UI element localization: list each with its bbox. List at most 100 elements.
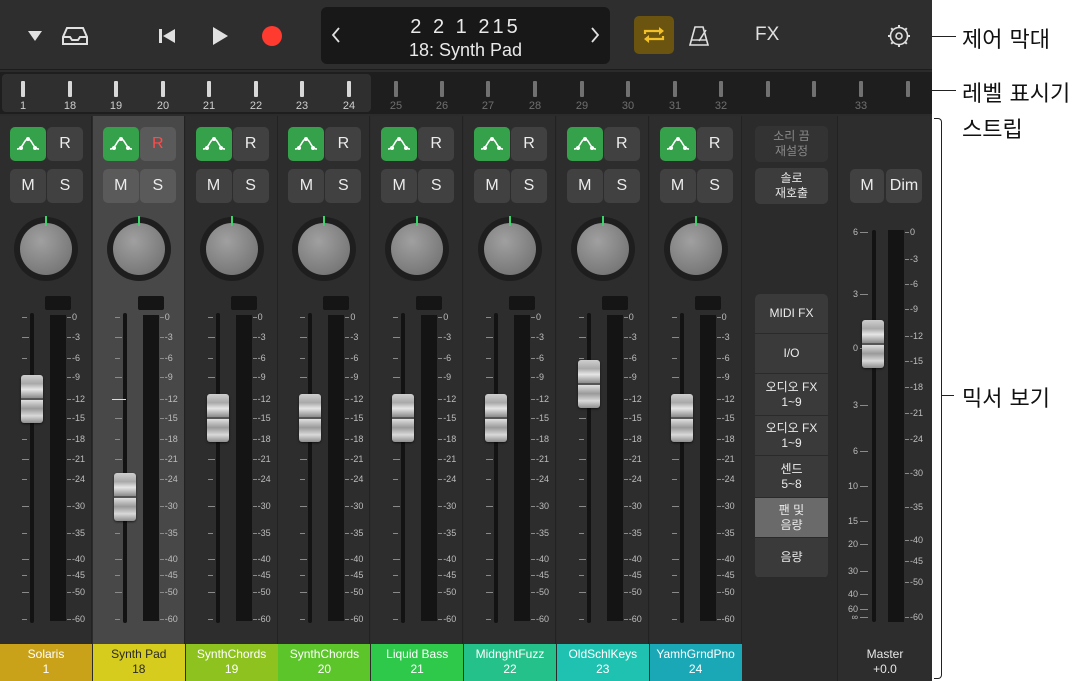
automation-button[interactable] xyxy=(659,127,696,161)
track-name-box[interactable]: Synth Pad 18 xyxy=(92,644,185,681)
fader-tick xyxy=(671,532,677,534)
automation-button[interactable] xyxy=(102,127,139,161)
volume-fader[interactable] xyxy=(485,394,507,443)
solo-button[interactable]: S xyxy=(511,169,547,203)
meter-scale-label: -60 xyxy=(443,614,457,624)
read-button[interactable]: R xyxy=(139,127,176,161)
track-name-box[interactable]: OldSchlKeys 23 xyxy=(556,644,649,681)
patch-name: 18: Synth Pad xyxy=(408,40,523,60)
rewind-button[interactable] xyxy=(150,18,184,54)
lcd-display[interactable]: 2 2 1 215 18: Synth Pad xyxy=(321,7,610,64)
section-item[interactable]: 오디오 FX 1~9 xyxy=(755,374,828,416)
solo-recall-button[interactable]: 솔로 재호출 xyxy=(755,168,828,204)
volume-fader[interactable] xyxy=(113,473,136,522)
mute-button[interactable]: M xyxy=(474,169,510,203)
section-item[interactable]: MIDI FX xyxy=(755,294,828,334)
mute-button[interactable]: M xyxy=(10,169,46,203)
menu-button[interactable] xyxy=(18,18,52,54)
track-name-box[interactable]: YamhGrndPno 24 xyxy=(649,644,742,681)
section-item[interactable]: 음량 xyxy=(755,538,828,578)
volume-fader[interactable] xyxy=(21,374,43,423)
section-item[interactable]: 팬 및 음량 xyxy=(755,498,828,538)
track-name-box[interactable]: MidnghtFuzz 22 xyxy=(464,644,556,681)
pan-knob[interactable] xyxy=(391,223,444,275)
pan-knob[interactable] xyxy=(205,223,258,275)
fader-tick xyxy=(393,458,401,460)
automation-button[interactable] xyxy=(288,127,325,161)
read-button[interactable]: R xyxy=(418,127,455,161)
peak-indicator xyxy=(137,296,164,310)
mute-button[interactable]: M xyxy=(381,169,418,203)
volume-fader[interactable] xyxy=(299,394,322,443)
track-name-box[interactable]: Solaris 1 xyxy=(0,644,92,681)
next-patch-button[interactable] xyxy=(586,23,604,47)
scale-tick xyxy=(623,317,628,318)
pan-knob[interactable] xyxy=(112,223,165,275)
solo-button[interactable]: S xyxy=(603,169,640,203)
read-button[interactable]: R xyxy=(232,127,269,161)
scale-tick xyxy=(345,438,350,440)
read-button[interactable]: R xyxy=(325,127,362,161)
fader-tick xyxy=(22,317,27,318)
settings-button[interactable] xyxy=(882,18,916,54)
meter-scale-label: -15 xyxy=(536,413,550,424)
pan-knob[interactable] xyxy=(669,223,722,275)
section-item[interactable]: 센드 5~8 xyxy=(755,456,828,498)
metronome-button[interactable] xyxy=(682,18,716,54)
pan-knob[interactable] xyxy=(298,223,351,275)
track-name-box[interactable]: SynthChords 20 xyxy=(278,644,371,681)
volume-fader[interactable] xyxy=(670,394,693,443)
fader-tick xyxy=(671,458,679,460)
solo-button[interactable]: S xyxy=(139,169,176,203)
fader-tick xyxy=(22,458,29,460)
callout-mixer-view: 믹서 보기 xyxy=(962,387,1050,412)
track-name-box[interactable]: Liquid Bass 21 xyxy=(371,644,464,681)
solo-button[interactable]: S xyxy=(325,169,362,203)
scale-tick xyxy=(531,398,535,400)
pan-knob[interactable] xyxy=(484,223,536,275)
record-button[interactable] xyxy=(255,18,289,54)
scale-tick xyxy=(345,458,350,460)
reset-mute-button[interactable]: 소리 끔 재설정 xyxy=(755,126,828,162)
browser-button[interactable] xyxy=(58,18,92,54)
automation-button[interactable] xyxy=(10,127,46,161)
master-mute-button[interactable]: M xyxy=(850,169,884,203)
read-button[interactable]: R xyxy=(603,127,640,161)
meter-scale-label: 0 xyxy=(72,312,78,322)
section-item[interactable]: I/O xyxy=(755,334,828,374)
volume-fader[interactable] xyxy=(206,394,229,443)
automation-button[interactable] xyxy=(566,127,603,161)
solo-button[interactable]: S xyxy=(47,169,83,203)
mute-button[interactable]: M xyxy=(566,169,603,203)
scale-tick xyxy=(159,438,164,440)
volume-fader[interactable] xyxy=(392,394,415,443)
meter-scale-label: 0 xyxy=(721,312,727,322)
automation-button[interactable] xyxy=(381,127,418,161)
play-button[interactable] xyxy=(203,18,237,54)
meter-scale-label: -9 xyxy=(164,372,173,383)
fx-button[interactable]: FX xyxy=(755,24,779,46)
mute-button[interactable]: M xyxy=(288,169,325,203)
master-right-scale-label: -3 xyxy=(910,253,919,264)
read-button[interactable]: R xyxy=(511,127,547,161)
automation-button[interactable] xyxy=(474,127,510,161)
solo-button[interactable]: S xyxy=(418,169,455,203)
solo-button[interactable]: S xyxy=(696,169,733,203)
pan-knob[interactable] xyxy=(576,223,629,275)
solo-button[interactable]: S xyxy=(232,169,269,203)
volume-fader[interactable] xyxy=(577,360,600,409)
mute-button[interactable]: M xyxy=(659,169,696,203)
master-volume-fader[interactable] xyxy=(862,320,884,368)
read-button[interactable]: R xyxy=(47,127,83,161)
mute-button[interactable]: M xyxy=(102,169,139,203)
automation-button[interactable] xyxy=(195,127,232,161)
track-name-box[interactable]: SynthChords 19 xyxy=(185,644,278,681)
section-item[interactable]: 오디오 FX 1~9 xyxy=(755,416,828,456)
dim-button[interactable]: Dim xyxy=(886,169,922,203)
mute-button[interactable]: M xyxy=(195,169,232,203)
cycle-button[interactable] xyxy=(634,16,674,54)
level-meters[interactable]: 1 18 19 20 21 22 23 24 25 26 27 28 29 30 31 32 33 xyxy=(0,72,932,114)
fader-track xyxy=(122,313,127,623)
read-button[interactable]: R xyxy=(696,127,733,161)
pan-knob[interactable] xyxy=(20,223,72,275)
